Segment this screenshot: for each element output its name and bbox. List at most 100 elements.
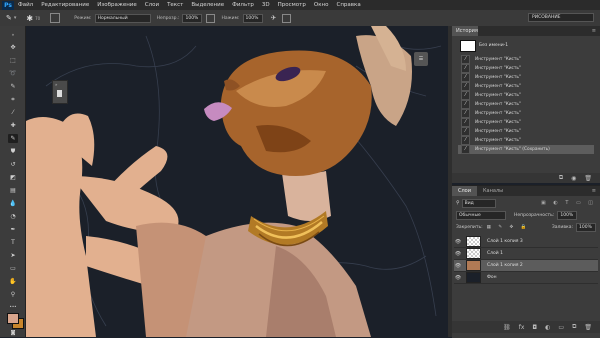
add-mask-icon[interactable]: ◘ (532, 324, 537, 331)
history-item[interactable]: ⁄ Инструмент "Кисть" (458, 108, 594, 118)
history-item[interactable]: ⁄ Инструмент "Кисть" (458, 81, 594, 91)
blur-tool-icon[interactable]: 💧 (8, 199, 18, 208)
history-item[interactable]: ⁄ Инструмент "Кисть" (458, 99, 594, 109)
hand-tool-icon[interactable]: ✋ (8, 277, 18, 286)
trash-icon[interactable]: 🗑 (584, 324, 592, 331)
brush-icon: ⁄ (461, 144, 470, 154)
tab-channels[interactable]: Каналы (477, 186, 509, 196)
quick-mask-icon[interactable]: ◙ (8, 328, 18, 337)
move-tool-icon[interactable]: ✥ (8, 43, 18, 52)
brush-preset-icon[interactable]: ✱ (26, 14, 33, 23)
airbrush-icon[interactable]: ✈ (271, 14, 277, 22)
history-snapshot-label[interactable]: Без имени-1 (479, 43, 508, 48)
brush-size-indicator: 70 (35, 15, 41, 21)
navigator-icon[interactable]: ☰ (414, 52, 428, 66)
menu-layers[interactable]: Слои (145, 2, 159, 8)
layer-filter-select[interactable]: Вид (461, 198, 496, 208)
visibility-eye-icon[interactable]: 👁 (454, 251, 462, 257)
healing-brush-tool-icon[interactable]: ✚ (8, 121, 18, 130)
menu-view[interactable]: Просмотр (278, 2, 306, 8)
panel-collapse-icon[interactable]: » (8, 30, 18, 39)
history-item-current[interactable]: ⁄ Инструмент "Кисть" (Сохранить) (458, 144, 594, 154)
marquee-tool-icon[interactable]: ⬚ (8, 56, 18, 65)
layer-row[interactable]: 👁 Слой 1 копия 3 (454, 236, 598, 248)
history-brush-tool-icon[interactable]: ↺ (8, 160, 18, 169)
workspace-select[interactable]: РИСОВАНИЕ (528, 13, 594, 22)
menu-filter[interactable]: Фильтр (232, 2, 254, 8)
zoom-tool-icon[interactable]: ⚲ (8, 290, 18, 299)
brush-tool-icon[interactable]: ✎ (8, 134, 18, 143)
visibility-eye-icon[interactable]: 👁 (454, 275, 462, 281)
link-layers-icon[interactable]: ⛓ (503, 324, 511, 331)
blend-mode-select[interactable]: Обычные (456, 210, 506, 220)
menu-type[interactable]: Текст (167, 2, 183, 8)
tab-history[interactable]: История (452, 26, 478, 36)
pressure-opacity-icon[interactable] (206, 13, 216, 23)
panel-menu-icon[interactable]: ≡ (592, 28, 596, 34)
history-item[interactable]: ⁄ Инструмент "Кисть" (458, 117, 594, 127)
eyedropper-tool-icon[interactable]: ⁄ (8, 108, 18, 117)
new-layer-icon[interactable]: ⧉ (572, 323, 576, 331)
options-bar: ✎ ▾ ✱ 70 Режим: Нормальный Непрозр.: 100… (0, 10, 600, 27)
pen-tool-icon[interactable]: ✒ (8, 225, 18, 234)
dodge-tool-icon[interactable]: ◔ (8, 212, 18, 221)
brush-panel-toggle-icon[interactable] (50, 13, 61, 23)
menu-select[interactable]: Выделение (191, 2, 224, 8)
type-tool-icon[interactable]: T (8, 238, 18, 247)
opacity-field[interactable]: 100% (182, 13, 203, 23)
path-select-tool-icon[interactable]: ➤ (8, 251, 18, 260)
document-canvas[interactable] (26, 26, 448, 337)
brush-icon: ⁄ (461, 63, 470, 73)
layer-thumbnail (466, 272, 481, 283)
layer-fill-field[interactable]: 100% (576, 222, 596, 232)
eraser-tool-icon[interactable]: ◩ (8, 173, 18, 182)
camera-snapshot-icon[interactable]: ◉ (571, 175, 576, 182)
layer-opacity-field[interactable]: 100% (557, 210, 578, 220)
pressure-field[interactable]: 100% (242, 13, 263, 23)
clone-stamp-tool-icon[interactable]: ⛊ (8, 147, 18, 156)
new-group-icon[interactable]: ▭ (558, 324, 564, 331)
panel-collapse-icon[interactable]: » (55, 82, 57, 87)
layer-row[interactable]: 👁 Слой 1 (454, 248, 598, 260)
chevron-down-icon[interactable]: ▾ (14, 15, 17, 21)
menu-image[interactable]: Изображение (97, 2, 137, 8)
lasso-tool-icon[interactable]: ➰ (8, 69, 18, 78)
history-snapshot-thumbnail[interactable] (460, 40, 476, 52)
brush-preset-panel-icon[interactable] (57, 90, 62, 97)
history-item[interactable]: ⁄ Инструмент "Кисть" (458, 135, 594, 145)
pressure-size-icon[interactable] (282, 13, 292, 23)
layer-row[interactable]: 👁 Фон (454, 272, 598, 284)
shape-tool-icon[interactable]: ▭ (8, 264, 18, 273)
layer-row-selected[interactable]: 👁 Слой 1 копия 2 (454, 260, 598, 272)
history-item[interactable]: ⁄ Инструмент "Кисть" (458, 126, 594, 136)
visibility-eye-icon[interactable]: 👁 (454, 263, 462, 269)
brush-tool-icon[interactable]: ✎ (6, 14, 12, 22)
new-document-from-state-icon[interactable]: ⧉ (559, 174, 563, 182)
menu-window[interactable]: Окно (314, 2, 329, 8)
crop-tool-icon[interactable]: ⌗ (8, 95, 18, 104)
gradient-tool-icon[interactable]: ▤ (8, 186, 18, 195)
edit-toolbar-icon[interactable]: ••• (8, 302, 18, 311)
panel-menu-icon[interactable]: ≡ (592, 188, 596, 194)
foreground-color-swatch[interactable] (7, 313, 19, 324)
menu-help[interactable]: Справка (336, 2, 360, 8)
floating-mini-panel[interactable]: » (52, 80, 68, 104)
menu-edit[interactable]: Редактирование (41, 2, 89, 8)
tab-layers[interactable]: Слои (452, 186, 477, 196)
mode-select[interactable]: Нормальный (94, 13, 151, 23)
lock-icons[interactable]: ▦ ✎ ✥ 🔒 (487, 225, 530, 230)
adjustment-layer-icon[interactable]: ◐ (545, 324, 550, 331)
menu-file[interactable]: Файл (18, 2, 33, 8)
history-panel: История ≡ Без имени-1 ⁄ Инструмент "Кисть… (452, 26, 600, 183)
history-item[interactable]: ⁄ Инструмент "Кисть" (458, 90, 594, 100)
history-item[interactable]: ⁄ Инструмент "Кисть" (458, 63, 594, 73)
history-item[interactable]: ⁄ Инструмент "Кисть" (458, 54, 594, 64)
menu-3d[interactable]: 3D (262, 2, 270, 8)
visibility-eye-icon[interactable]: 👁 (454, 239, 462, 245)
fx-icon[interactable]: fx (519, 324, 525, 331)
trash-icon[interactable]: 🗑 (584, 175, 592, 182)
filter-icons[interactable]: ▣ ◐ T ▭ ◫ (541, 200, 596, 206)
layer-thumbnail (466, 260, 481, 271)
quick-select-tool-icon[interactable]: ✎ (8, 82, 18, 91)
history-item[interactable]: ⁄ Инструмент "Кисть" (458, 72, 594, 82)
